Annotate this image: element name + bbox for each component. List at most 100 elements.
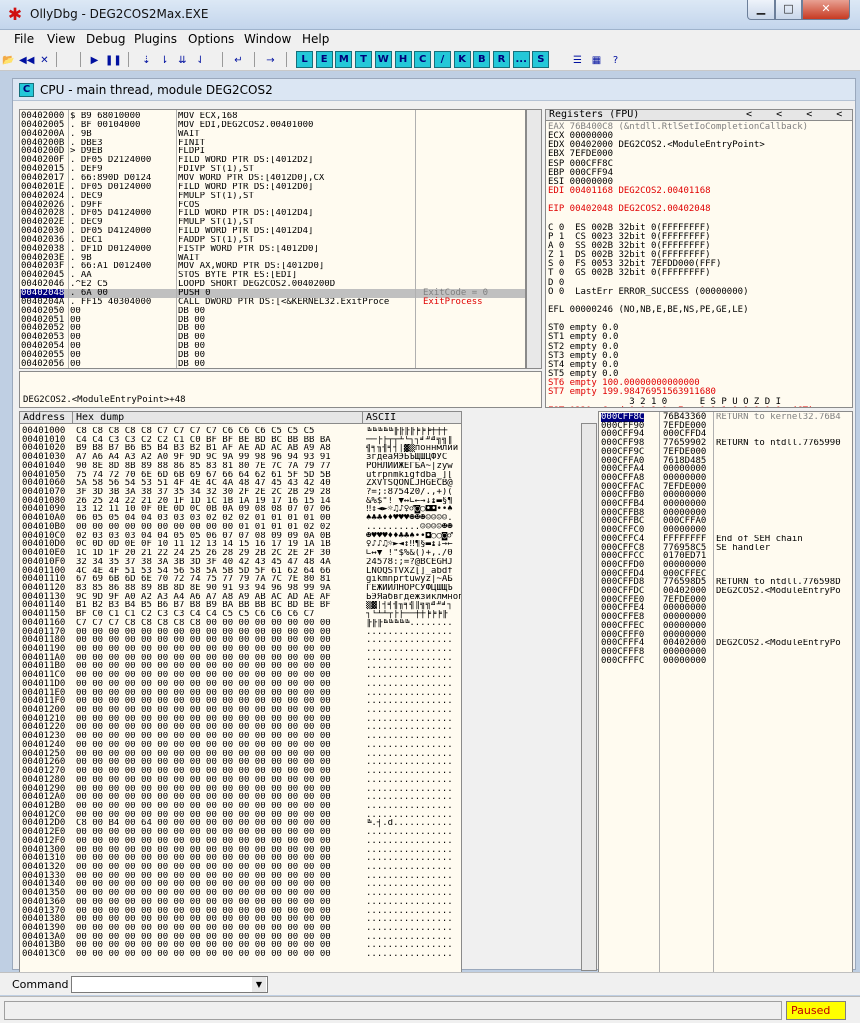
dump-row[interactable]: 00401340 00 00 00 00 00 00 00 00 00 00 00…	[20, 880, 461, 890]
disasm-row[interactable]: 00402045. AA STOS BYTE PTR ES:[EDI]	[20, 271, 525, 281]
toolbar-window-button-3[interactable]: T	[355, 51, 373, 68]
dump-row[interactable]: 00401130 9C 9D 9F A0 A2 A3 A4 A6 A7 A8 A9…	[20, 592, 461, 602]
run-icon[interactable]: ▶	[86, 51, 103, 68]
dump-row[interactable]: 00401370 00 00 00 00 00 00 00 00 00 00 00…	[20, 906, 461, 916]
maximize-button[interactable]: □	[775, 0, 802, 20]
disasm-row[interactable]: 00402028. DF05 D4124000 FILD WORD PTR DS:…	[20, 209, 525, 219]
disasm-row[interactable]: 00402051 00 DB 00	[20, 315, 525, 325]
disasm-row[interactable]: 00402052 00 DB 00	[20, 324, 525, 334]
toolbar-window-button-10[interactable]: R	[493, 51, 510, 68]
disasm-row[interactable]: 00402055 00 DB 00	[20, 350, 525, 360]
dump-row[interactable]: 004012D0 C8 00 B4 00 64 00 00 00 00 00 00…	[20, 819, 461, 829]
disasm-row[interactable]: 0040203E. 9B WAIT	[20, 253, 525, 263]
register-line[interactable]: EIP 00402048 DEG2COS2.00402048	[548, 205, 711, 215]
dump-row[interactable]: 004012A0 00 00 00 00 00 00 00 00 00 00 00…	[20, 792, 461, 802]
toolbar-window-button-9[interactable]: B	[473, 51, 491, 68]
disasm-row[interactable]: 0040202E. DEC9 FMULP ST(1),ST	[20, 217, 525, 227]
register-line[interactable]: EDI 00401168 DEG2COS2.00401168	[548, 186, 711, 196]
dump-row[interactable]: 004013A0 00 00 00 00 00 00 00 00 00 00 00…	[20, 932, 461, 942]
disasm-row[interactable]: 00402038. DF1D D0124000 FISTP WORD PTR DS…	[20, 244, 525, 254]
dump-row[interactable]: 00401270 00 00 00 00 00 00 00 00 00 00 00…	[20, 766, 461, 776]
dump-row[interactable]: 00401110 67 69 6B 6D 6E 70 72 74 75 77 79…	[20, 574, 461, 584]
disasm-row[interactable]: 00402026. D9FF FCOS	[20, 200, 525, 210]
dump-row[interactable]: 00401350 00 00 00 00 00 00 00 00 00 00 00…	[20, 888, 461, 898]
registers-pane[interactable]: Registers (FPU) < < < < EAX 76B400C8 (&ntd…	[545, 109, 853, 408]
toolbar-window-button-8[interactable]: K	[453, 51, 471, 68]
register-line[interactable]: T 0 GS 002B 32bit 0(FFFFFFFF)	[548, 269, 711, 279]
toolbar-window-button-1[interactable]: E	[315, 51, 333, 68]
stack-pane[interactable]: 000CFF8C 76B43360 RETURN to kernel32.76B4 0…	[598, 411, 853, 978]
close-button[interactable]: ✕	[802, 0, 850, 20]
dump-row[interactable]: 00401250 00 00 00 00 00 00 00 00 00 00 00…	[20, 749, 461, 759]
dump-row[interactable]: 00401380 00 00 00 00 00 00 00 00 00 00 00…	[20, 915, 461, 925]
disasm-row[interactable]: 00402024. DEC9 FMULP ST(1),ST	[20, 191, 525, 201]
dump-row[interactable]: 004011D0 00 00 00 00 00 00 00 00 00 00 00…	[20, 679, 461, 689]
dump-row[interactable]: 00401290 00 00 00 00 00 00 00 00 00 00 00…	[20, 784, 461, 794]
dump-row[interactable]: 004011E0 00 00 00 00 00 00 00 00 00 00 00…	[20, 688, 461, 698]
dump-row[interactable]: 00401090 13 12 11 10 0F 0E 0D 0C 0B 0A 09…	[20, 505, 461, 515]
menu-help[interactable]: Help	[302, 32, 329, 46]
disasm-row[interactable]: 0040200D > D9EB FLDPI	[20, 147, 525, 157]
disasm-row[interactable]: 00402054 00 DB 00	[20, 341, 525, 351]
menu-debug[interactable]: Debug	[86, 32, 125, 46]
dump-row[interactable]: 00401280 00 00 00 00 00 00 00 00 00 00 00…	[20, 775, 461, 785]
dump-row[interactable]: 004010B0 00 00 00 00 00 00 00 00 00 00 01…	[20, 522, 461, 532]
dump-row[interactable]: 00401030 A7 A6 A4 A3 A2 A0 9F 9D 9C 9A 99…	[20, 452, 461, 462]
register-line[interactable]: FST 0220 Cond 0 0 1 0 Err 0 0 1 0 0 0 0 …	[548, 406, 814, 407]
disasm-row[interactable]: 0040203F. 66:A1 D012400 MOV AX,WORD PTR D…	[20, 262, 525, 272]
dump-row[interactable]: 00401120 83 85 86 88 89 8B 8D 8E 90 91 93…	[20, 583, 461, 593]
toolbar-window-button-12[interactable]: S	[532, 51, 550, 68]
menu-plugins[interactable]: Plugins	[134, 32, 177, 46]
dump-row[interactable]: 00401260 00 00 00 00 00 00 00 00 00 00 00…	[20, 758, 461, 768]
toolbar-window-button-7[interactable]: /	[433, 51, 451, 68]
dump-row[interactable]: 00401220 00 00 00 00 00 00 00 00 00 00 00…	[20, 723, 461, 733]
toolbar-window-button-5[interactable]: H	[394, 51, 412, 68]
register-line[interactable]: O 0 LastErr ERROR_SUCCESS (00000000)	[548, 287, 748, 297]
minimize-button[interactable]: ▁	[747, 0, 775, 20]
disasm-row[interactable]: 00402030. DF05 D4124000 FILD WORD PTR DS:…	[20, 226, 525, 236]
go-to-icon[interactable]: →	[262, 51, 279, 68]
dump-column-header-2[interactable]: ASCII	[363, 412, 461, 424]
dump-row[interactable]: 004012B0 00 00 00 00 00 00 00 00 00 00 00…	[20, 801, 461, 811]
disassembly-scrollbar[interactable]	[526, 109, 542, 369]
restart-icon[interactable]: ◀◀	[18, 51, 35, 68]
dump-row[interactable]: 00401240 00 00 00 00 00 00 00 00 00 00 00…	[20, 740, 461, 750]
disasm-row[interactable]: 0040200B. DBE3 FINIT	[20, 138, 525, 148]
dump-row[interactable]: 004010C0 02 03 03 03 04 04 05 05 06 07 07…	[20, 531, 461, 541]
toolbar-window-button-2[interactable]: M	[335, 51, 353, 68]
dump-row[interactable]: 004013C0 00 00 00 00 00 00 00 00 00 00 00…	[20, 949, 461, 959]
dump-row[interactable]: 00401390 00 00 00 00 00 00 00 00 00 00 00…	[20, 923, 461, 933]
dump-row[interactable]: 004013B0 00 00 00 00 00 00 00 00 00 00 00…	[20, 941, 461, 951]
dump-row[interactable]: 00401150 BF C0 C1 C1 C2 C3 C3 C4 C4 C5 C5…	[20, 609, 461, 619]
dump-row[interactable]: 00401020 B9 B8 B7 B6 B5 B4 B3 B2 B1 AF AE…	[20, 444, 461, 454]
stack-scrollbar[interactable]	[581, 423, 597, 971]
disasm-row[interactable]: 00402056 00 DB 00	[20, 359, 525, 368]
dump-row[interactable]: 004011F0 00 00 00 00 00 00 00 00 00 00 00…	[20, 697, 461, 707]
dump-row[interactable]: 004011C0 00 00 00 00 00 00 00 00 00 00 00…	[20, 670, 461, 680]
help-icon[interactable]: ?	[607, 51, 624, 68]
dump-row[interactable]: 00401050 75 74 72 70 6E 6D 6B 69 67 66 64…	[20, 470, 461, 480]
dump-row[interactable]: 00401060 5A 58 56 54 53 51 4F 4E 4C 4A 48…	[20, 479, 461, 489]
dump-row[interactable]: 00401010 C4 C4 C3 C3 C2 C2 C1 C0 BF BF BE…	[20, 435, 461, 445]
disasm-row[interactable]: 00402050 00 DB 00	[20, 306, 525, 316]
dump-row[interactable]: 00401330 00 00 00 00 00 00 00 00 00 00 00…	[20, 871, 461, 881]
dump-row[interactable]: 004010F0 32 34 35 37 38 3A 3B 3D 3F 40 42…	[20, 557, 461, 567]
dump-row[interactable]: 00401190 00 00 00 00 00 00 00 00 00 00 00…	[20, 644, 461, 654]
disasm-row[interactable]: 00402000 $ B9 68010000 MOV ECX,168	[20, 111, 525, 121]
dump-column-header-0[interactable]: Address	[20, 412, 73, 424]
toolbar-window-button-6[interactable]: C	[414, 51, 432, 68]
dump-row[interactable]: 00401360 00 00 00 00 00 00 00 00 00 00 00…	[20, 897, 461, 907]
dump-row[interactable]: 00401140 B1 B2 B3 B4 B5 B6 B7 B8 B9 BA BB…	[20, 601, 461, 611]
disasm-row[interactable]: 00402005. BF 00104000 MOV EDI,DEG2COS2.00…	[20, 120, 525, 130]
close-program-icon[interactable]: ✕	[36, 51, 53, 68]
menu-options[interactable]: Options	[188, 32, 234, 46]
toolbar-window-button-4[interactable]: W	[374, 51, 392, 68]
dump-row[interactable]: 004010A0 06 05 05 04 04 03 03 03 02 02 02…	[20, 513, 461, 523]
dump-row[interactable]: 004010E0 1C 1D 1F 20 21 22 24 25 26 28 29…	[20, 548, 461, 558]
dump-row[interactable]: 004011A0 00 00 00 00 00 00 00 00 00 00 00…	[20, 653, 461, 663]
pause-icon[interactable]: ❚❚	[104, 51, 122, 68]
menu-file[interactable]: File	[14, 32, 34, 46]
execute-till-return-icon[interactable]: ↵	[230, 51, 247, 68]
dump-row[interactable]: 004012E0 00 00 00 00 00 00 00 00 00 00 00…	[20, 827, 461, 837]
disasm-row[interactable]: 00402053 00 DB 00	[20, 332, 525, 342]
